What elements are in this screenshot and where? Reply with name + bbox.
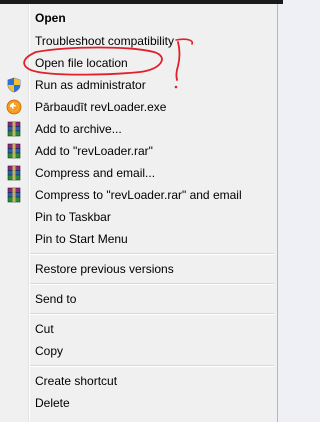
menu-item-label: Add to archive...: [35, 122, 122, 136]
menu-item-label: Copy: [35, 344, 64, 358]
winrar-archive-icon: [6, 121, 22, 137]
menu-item-run-as-administrator[interactable]: Run as administrator: [2, 74, 274, 96]
menu-item-label: Pārbaudīt revLoader.exe: [35, 100, 167, 114]
menu-item-label: Send to: [35, 292, 77, 306]
menu-item-label: Pin to Taskbar: [35, 210, 111, 224]
menu-item-open[interactable]: Open: [2, 7, 274, 29]
menu-separator: [30, 283, 274, 285]
menu-item-label: Delete: [35, 396, 70, 410]
menu-item-label: Cut: [35, 322, 54, 336]
menu-item-label: Open: [35, 11, 66, 25]
menu-item-send-to[interactable]: Send to: [2, 288, 274, 310]
menu-item-label: Open file location: [35, 56, 128, 70]
menu-item-pin-to-start-menu[interactable]: Pin to Start Menu: [2, 228, 274, 250]
menu-item-compress-to-rar-and-email[interactable]: Compress to "revLoader.rar" and email: [2, 184, 274, 206]
menu-item-copy[interactable]: Copy: [2, 340, 274, 362]
menu-item-scan-file[interactable]: Pārbaudīt revLoader.exe: [2, 96, 274, 118]
menu-separator: [30, 313, 274, 315]
menu-item-label: Pin to Start Menu: [35, 232, 128, 246]
winrar-archive-icon: [6, 143, 22, 159]
menu-item-label: Compress to "revLoader.rar" and email: [35, 188, 242, 202]
menu-item-create-shortcut[interactable]: Create shortcut: [2, 370, 274, 392]
menu-item-label: Compress and email...: [35, 166, 156, 180]
menu-item-open-file-location[interactable]: Open file location: [2, 52, 274, 74]
menu-item-add-to-archive[interactable]: Add to archive...: [2, 118, 274, 140]
shield-icon: [6, 77, 22, 93]
menu-item-label: Add to "revLoader.rar": [35, 144, 153, 158]
menu-item-label: Restore previous versions: [35, 262, 174, 276]
menu-separator: [30, 253, 274, 255]
menu-item-label: Run as administrator: [35, 78, 146, 92]
menu-item-delete[interactable]: Delete: [2, 392, 274, 414]
winrar-archive-icon: [6, 165, 22, 181]
menu-item-label: Create shortcut: [35, 374, 118, 388]
menu-separator: [30, 365, 274, 367]
menu-item-restore-previous-versions[interactable]: Restore previous versions: [2, 258, 274, 280]
menu-item-add-to-rar[interactable]: Add to "revLoader.rar": [2, 140, 274, 162]
antivirus-scan-icon: [6, 99, 22, 115]
menu-item-label: Troubleshoot compatibility: [35, 34, 174, 48]
winrar-archive-icon: [6, 187, 22, 203]
menu-item-troubleshoot-compatibility[interactable]: Troubleshoot compatibility: [2, 30, 274, 52]
menu-item-compress-and-email[interactable]: Compress and email...: [2, 162, 274, 184]
menu-item-cut[interactable]: Cut: [2, 318, 274, 340]
menu-item-pin-to-taskbar[interactable]: Pin to Taskbar: [2, 206, 274, 228]
